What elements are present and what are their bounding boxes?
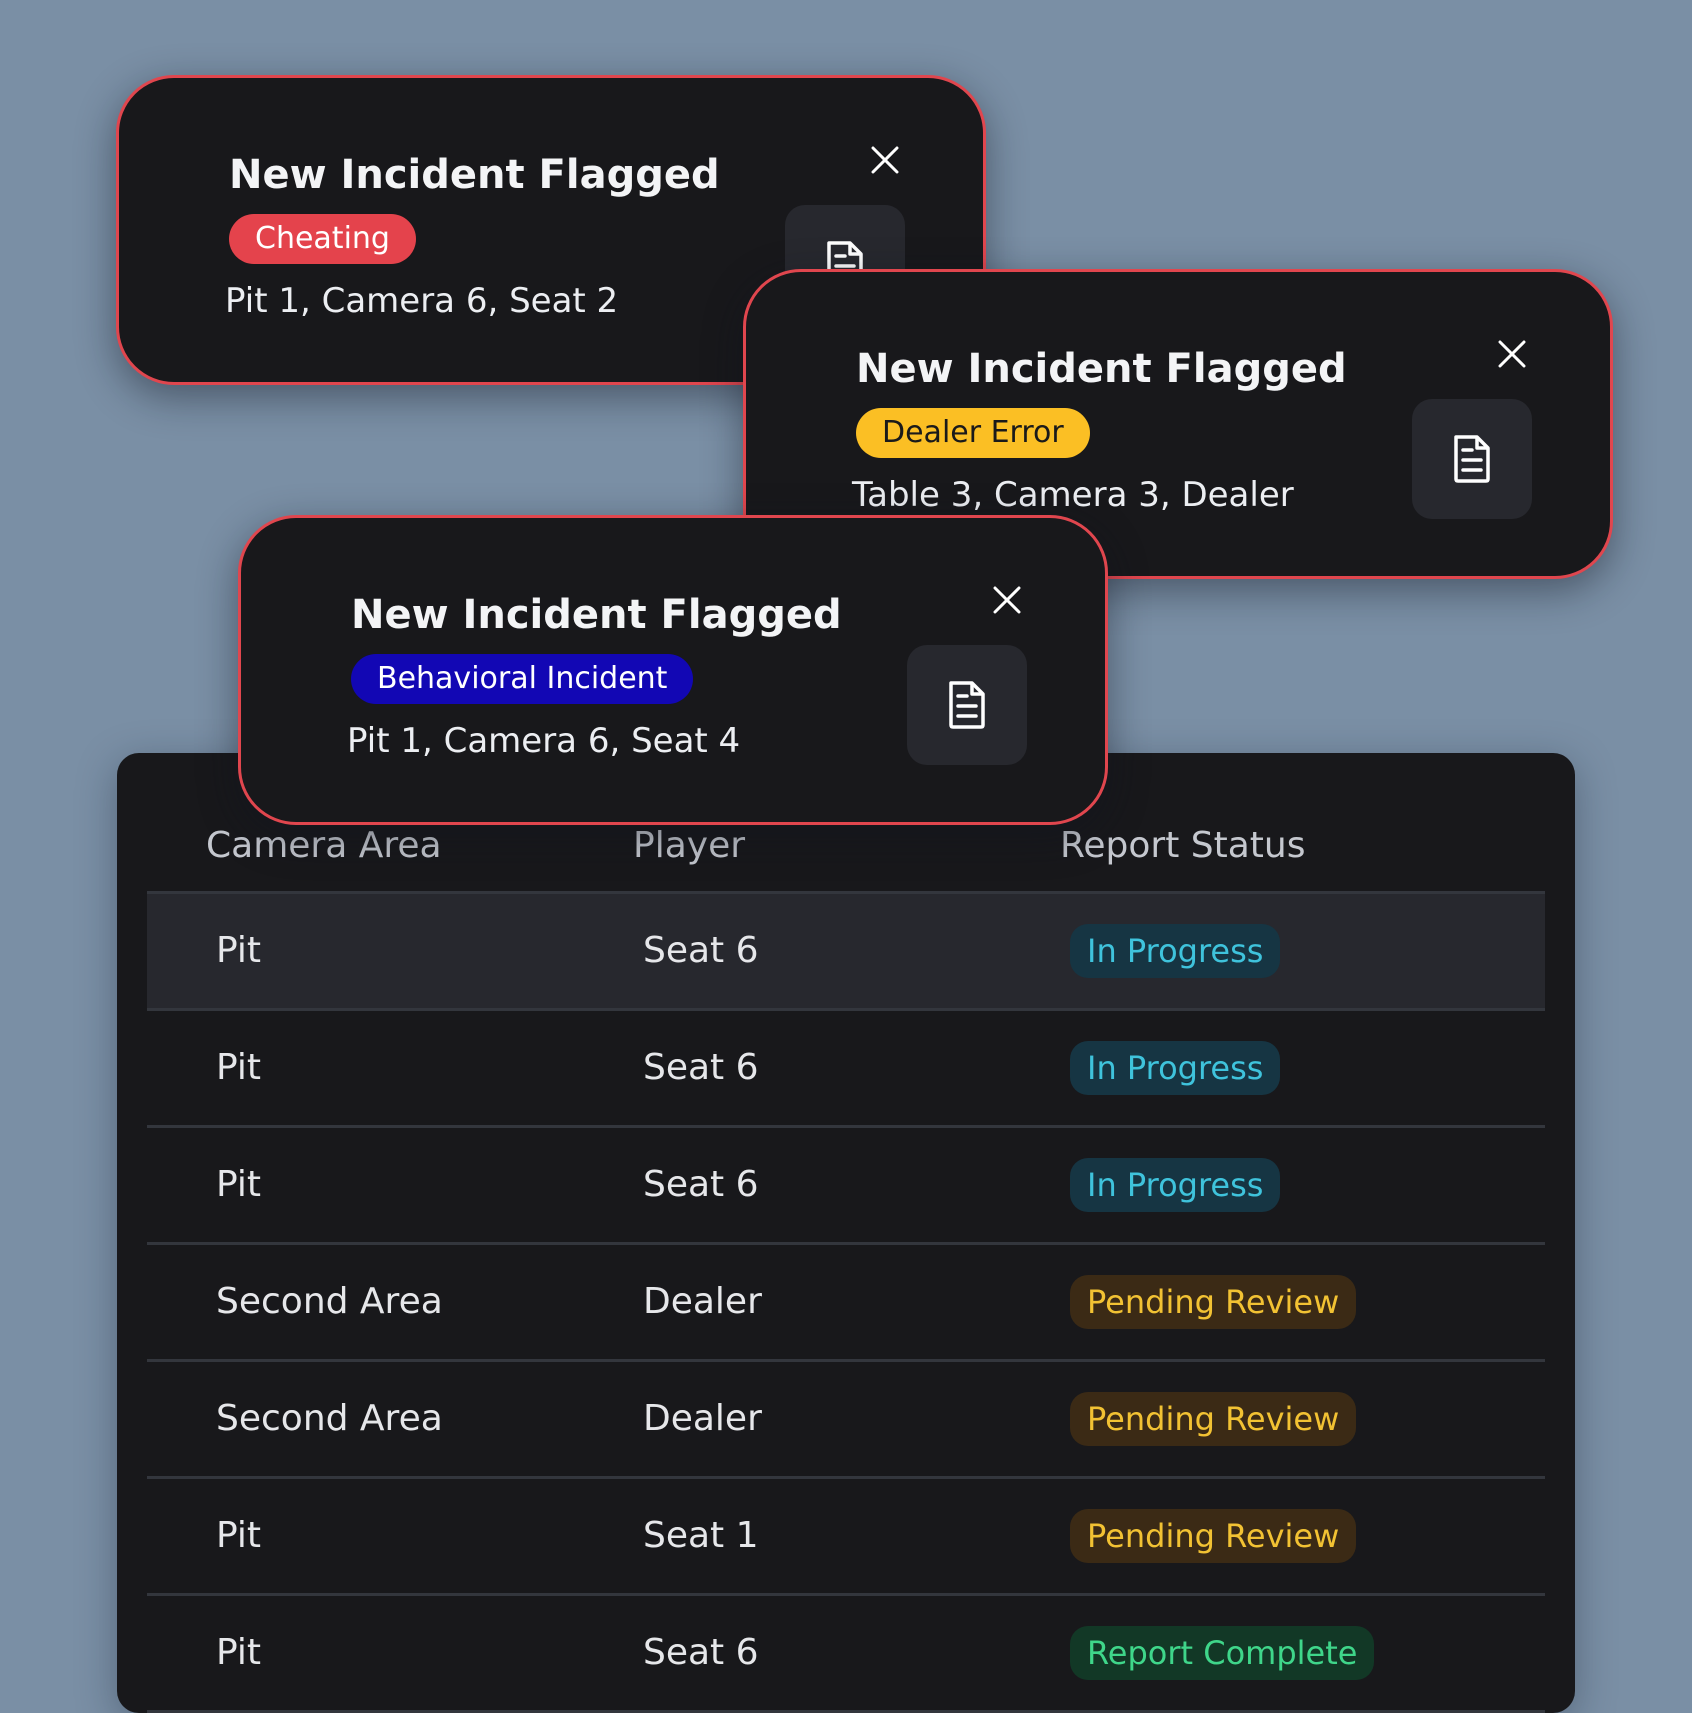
- cell-player: Dealer: [643, 1398, 762, 1439]
- cell-player: Seat 1: [643, 1515, 759, 1556]
- status-badge: Pending Review: [1070, 1275, 1357, 1329]
- cell-report-status: In Progress: [1070, 894, 1281, 1008]
- table-row[interactable]: Second Area Dealer Pending Review: [147, 1245, 1545, 1362]
- open-report-button[interactable]: [1412, 399, 1532, 519]
- cell-camera-area: Pit: [216, 930, 262, 971]
- cell-camera-area: Pit: [216, 1515, 262, 1556]
- column-header-report-status[interactable]: Report Status: [1060, 821, 1306, 871]
- cell-player: Seat 6: [643, 1632, 759, 1673]
- cell-report-status: In Progress: [1070, 1011, 1281, 1125]
- status-badge: Report Complete: [1070, 1626, 1375, 1680]
- incident-location: Table 3, Camera 3, Dealer: [852, 475, 1294, 515]
- incident-toast-behavioral[interactable]: New Incident Flagged Behavioral Incident…: [238, 515, 1108, 825]
- cell-camera-area: Second Area: [216, 1398, 443, 1439]
- document-icon: [949, 681, 985, 729]
- column-header-player[interactable]: Player: [633, 821, 745, 871]
- status-badge: In Progress: [1070, 1041, 1281, 1095]
- cell-camera-area: Pit: [216, 1632, 262, 1673]
- cell-report-status: Pending Review: [1070, 1245, 1357, 1359]
- status-badge: In Progress: [1070, 1158, 1281, 1212]
- cell-player: Seat 6: [643, 1164, 759, 1205]
- close-icon: [871, 146, 899, 174]
- table-row[interactable]: Pit Seat 6 In Progress: [147, 1011, 1545, 1128]
- cell-report-status: Report Complete: [1070, 1596, 1375, 1710]
- document-icon: [1454, 435, 1490, 483]
- toast-title: New Incident Flagged: [856, 346, 1347, 392]
- cell-report-status: In Progress: [1070, 1128, 1281, 1242]
- table-row[interactable]: Pit Seat 6 In Progress: [147, 1128, 1545, 1245]
- incident-type-tag: Cheating: [229, 214, 416, 264]
- cell-player: Seat 6: [643, 930, 759, 971]
- cell-report-status: Pending Review: [1070, 1362, 1357, 1476]
- cell-player: Dealer: [643, 1281, 762, 1322]
- open-report-button[interactable]: [907, 645, 1027, 765]
- status-badge: Pending Review: [1070, 1509, 1357, 1563]
- incident-type-tag: Dealer Error: [856, 408, 1090, 458]
- table-row[interactable]: Pit Seat 6 Report Complete: [147, 1596, 1545, 1713]
- status-badge: In Progress: [1070, 924, 1281, 978]
- cell-player: Seat 6: [643, 1047, 759, 1088]
- column-header-camera-area[interactable]: Camera Area: [206, 821, 442, 871]
- incident-report-table: Camera Area Player Report Status Pit Sea…: [117, 753, 1575, 1713]
- cell-camera-area: Pit: [216, 1047, 262, 1088]
- toast-title: New Incident Flagged: [229, 152, 720, 198]
- cell-camera-area: Second Area: [216, 1281, 443, 1322]
- close-button[interactable]: [1492, 334, 1532, 374]
- close-button[interactable]: [865, 140, 905, 180]
- table-row[interactable]: Pit Seat 6 In Progress: [147, 894, 1545, 1011]
- table-row[interactable]: Pit Seat 1 Pending Review: [147, 1479, 1545, 1596]
- cell-camera-area: Pit: [216, 1164, 262, 1205]
- close-icon: [1498, 340, 1526, 368]
- close-button[interactable]: [987, 580, 1027, 620]
- incident-type-tag: Behavioral Incident: [351, 654, 694, 704]
- toast-title: New Incident Flagged: [351, 592, 842, 638]
- table-body: Pit Seat 6 In Progress Pit Seat 6 In Pro…: [147, 891, 1545, 1713]
- table-row[interactable]: Second Area Dealer Pending Review: [147, 1362, 1545, 1479]
- incident-location: Pit 1, Camera 6, Seat 2: [225, 281, 619, 321]
- cell-report-status: Pending Review: [1070, 1479, 1357, 1593]
- close-icon: [993, 586, 1021, 614]
- status-badge: Pending Review: [1070, 1392, 1357, 1446]
- incident-location: Pit 1, Camera 6, Seat 4: [347, 721, 741, 761]
